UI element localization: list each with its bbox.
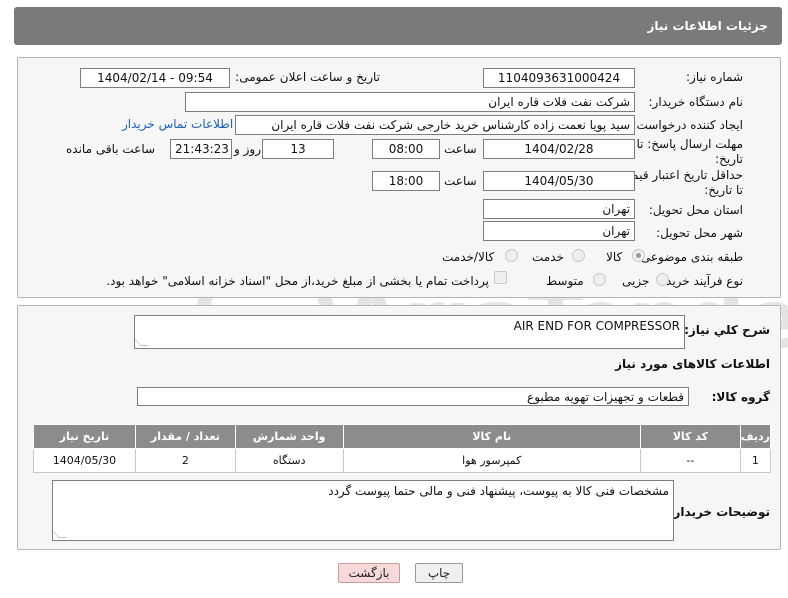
deadline-date-label: تاریخ: (715, 152, 743, 166)
validity-time-field: 18:00 (372, 171, 440, 191)
buyer-field: شرکت نفت فلات قاره ایران (185, 92, 635, 112)
need-number-field: 1104093631000424 (483, 68, 635, 88)
description-text: AIR END FOR COMPRESSOR (513, 319, 680, 333)
page-title: جزئیات اطلاعات نیاز (647, 19, 768, 33)
city-field: تهران (483, 221, 635, 241)
description-label: شرح کلي نياز: (684, 323, 770, 337)
goods-group-label: گروه کالا: (711, 390, 770, 404)
creator-label: ایجاد کننده درخواست: (632, 118, 743, 132)
col-unit: واحد شمارش (234, 424, 344, 449)
treasury-payment-checkbox[interactable] (494, 271, 507, 284)
print-button[interactable]: چاپ (415, 563, 463, 583)
creator-field: سید پویا نعمت زاده کارشناس خرید خارجی شر… (235, 115, 635, 135)
validity-date-field: 1404/05/30 (483, 171, 635, 191)
validity-label: حداقل تاریخ اعتبار قیمت: (616, 168, 743, 182)
buyer-notes-label: توضیحات خریدار: (668, 505, 770, 519)
deadline-time-field: 08:00 (372, 139, 440, 159)
cell-code: -- (639, 448, 741, 473)
days-remaining-field: 13 (262, 139, 334, 159)
validity-time-label: ساعت (444, 174, 477, 188)
announce-label: تاریخ و ساعت اعلان عمومی: (235, 70, 380, 84)
deadline-time-label: ساعت (444, 142, 477, 156)
city-label: شهر محل تحویل: (656, 226, 743, 240)
items-table-header: ردیف کد کالا نام کالا واحد شمارش تعداد /… (33, 424, 772, 449)
hours-remaining-label: ساعت باقی مانده (66, 142, 156, 156)
buyer-notes-textarea[interactable]: مشخصات فنی کالا به پیوست، پیشنهاد فنی و … (51, 480, 674, 541)
announce-field: 1404/02/14 - 09:54 (80, 68, 230, 88)
col-code: کد کالا (639, 424, 741, 449)
days-label: روز و (234, 142, 261, 156)
process-option-minor: جزیی (622, 274, 650, 288)
category-radio-goods-service[interactable] (505, 249, 518, 262)
category-label: طبقه بندی موضوعی: (636, 250, 743, 264)
goods-group-field: قطعات و تجهیزات تهویه مطبوع (137, 387, 689, 406)
cell-unit: دستگاه (234, 448, 344, 473)
category-option-goods: کالا (606, 250, 623, 264)
items-section-title: اطلاعات کالاهای مورد نیاز (615, 357, 770, 371)
cell-name: کمپرسور هوا (342, 448, 641, 473)
col-name: نام کالا (342, 424, 641, 449)
buyer-contact-link[interactable]: اطلاعات تماس خریدار (122, 117, 233, 131)
col-qty: تعداد / مقدار (134, 424, 236, 449)
deadline-date-field: 1404/02/28 (483, 139, 635, 159)
category-option-service: خدمت (532, 250, 564, 264)
description-textarea[interactable]: AIR END FOR COMPRESSOR (133, 315, 685, 349)
deadline-label: مهلت ارسال پاسخ: تا (636, 137, 743, 151)
category-radio-service[interactable] (572, 249, 585, 262)
province-field: تهران (483, 199, 635, 219)
category-radio-goods[interactable] (632, 249, 645, 262)
category-option-goods-service: کالا/خدمت (442, 250, 495, 264)
page-header: جزئیات اطلاعات نیاز (14, 7, 782, 45)
process-radio-medium[interactable] (593, 273, 606, 286)
need-number-label: شماره نیاز: (686, 70, 743, 84)
process-type-label: نوع فرآیند خرید : (658, 274, 743, 288)
process-option-medium: متوسط (546, 274, 584, 288)
col-row: ردیف (739, 424, 772, 449)
validity-date-label: تا تاریخ: (704, 183, 743, 197)
buyer-notes-text: مشخصات فنی کالا به پیوست، پیشنهاد فنی و … (328, 484, 669, 498)
process-radio-minor[interactable] (656, 273, 669, 286)
hours-remaining-field: 21:43:23 (170, 139, 232, 159)
items-table: ردیف کد کالا نام کالا واحد شمارش تعداد /… (33, 424, 772, 473)
province-label: استان محل تحویل: (648, 203, 743, 217)
cell-row: 1 (739, 448, 772, 473)
buyer-label: نام دستگاه خریدار: (648, 95, 744, 109)
treasury-payment-note: پرداخت تمام یا بخشی از مبلغ خرید،از محل … (106, 274, 489, 288)
cell-date: 1404/05/30 (33, 448, 136, 473)
back-button[interactable]: بازگشت (338, 563, 400, 583)
cell-qty: 2 (134, 448, 236, 473)
table-row: 1 -- کمپرسور هوا دستگاه 2 1404/05/30 (33, 448, 772, 473)
col-date: تاریخ نیاز (33, 424, 136, 449)
